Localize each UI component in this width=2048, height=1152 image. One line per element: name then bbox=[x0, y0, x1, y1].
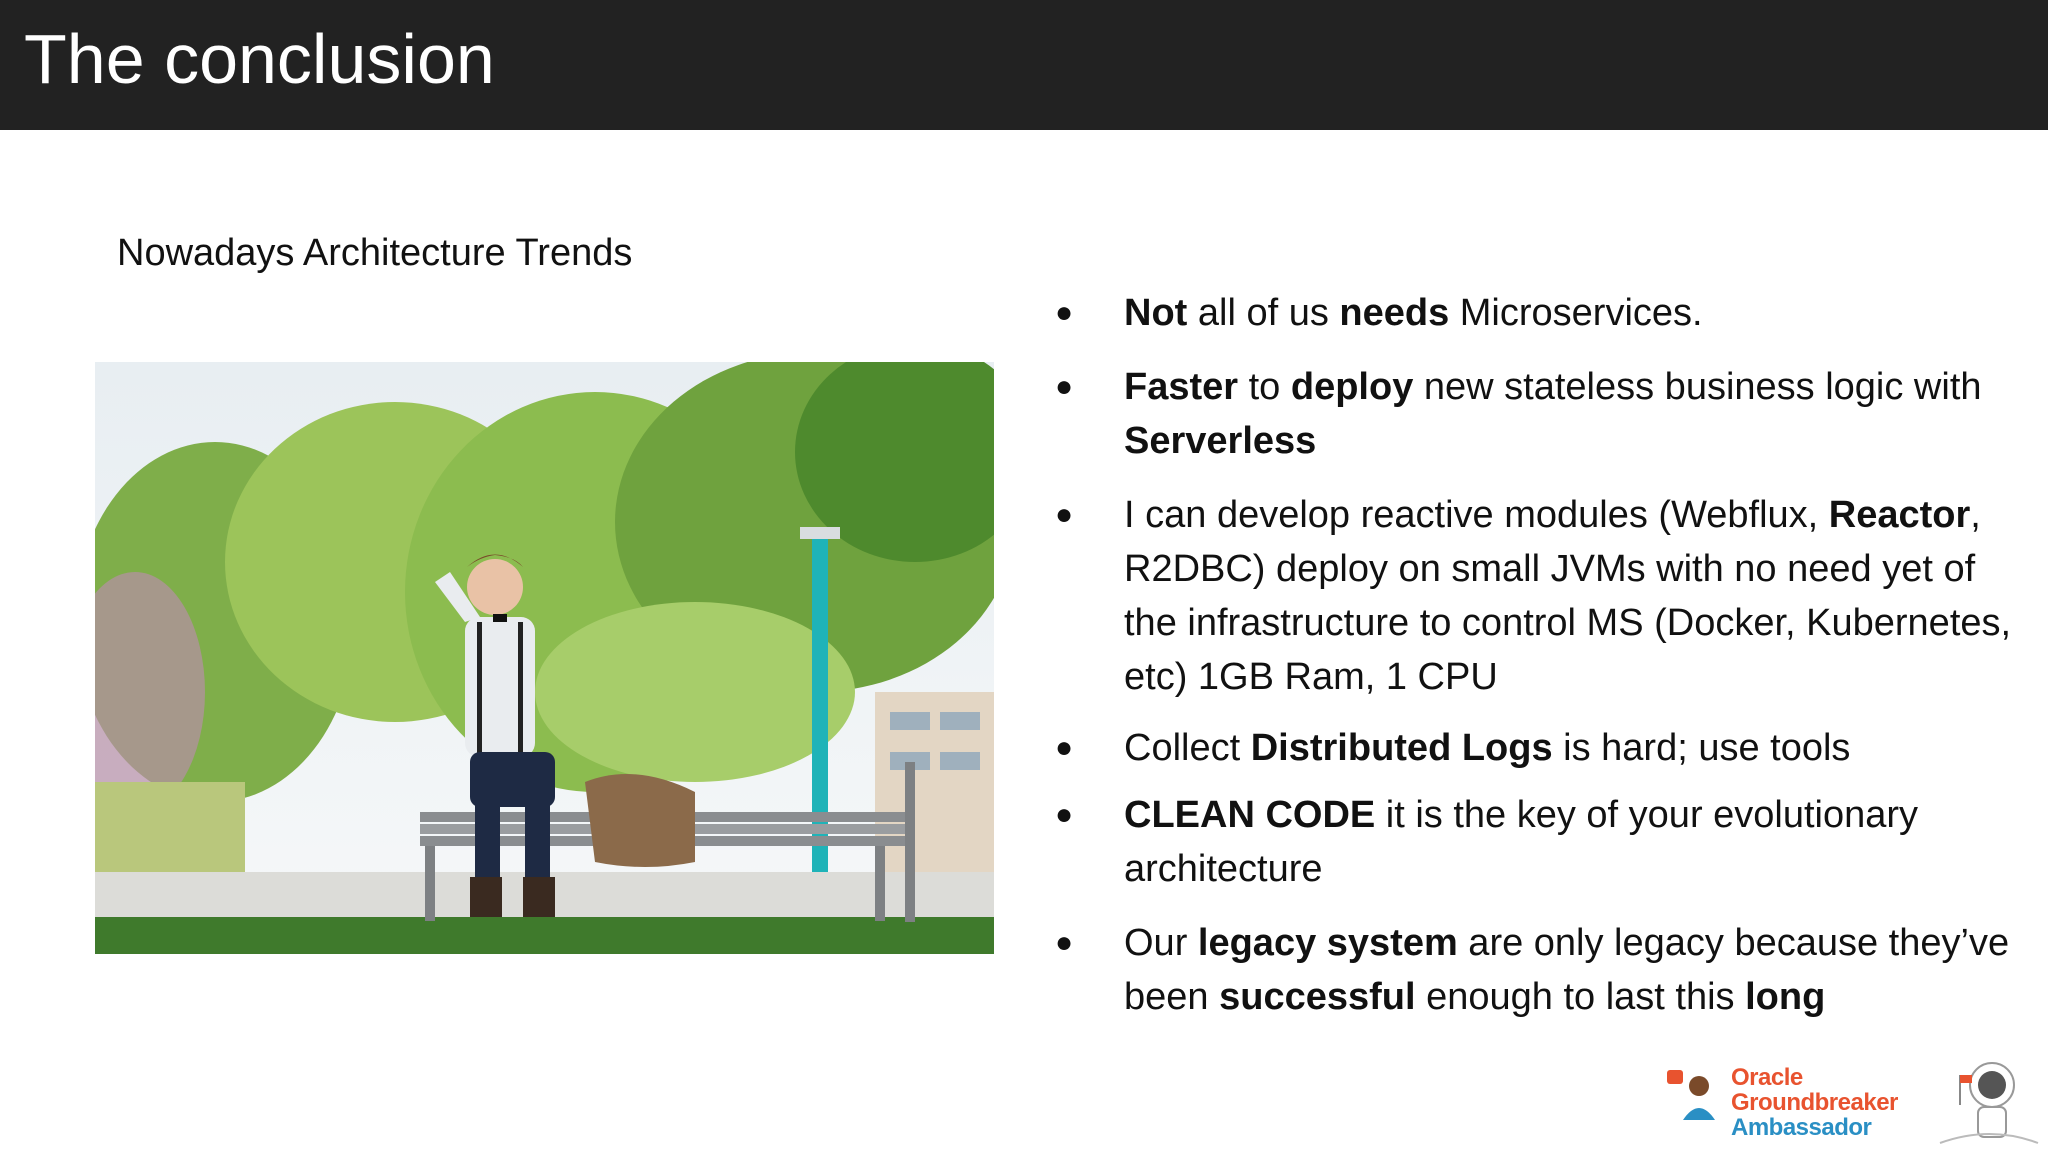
bullet-item: ● Not all of us needs Microservices. bbox=[1055, 286, 2015, 340]
bullet-text: I can develop reactive modules (Webflux,… bbox=[1124, 494, 2012, 698]
oracle-groundbreaker-logo: Oracle Groundbreaker Ambassador bbox=[1665, 1055, 2045, 1152]
bullet-item: ● Our legacy system are only legacy beca… bbox=[1055, 916, 2015, 1024]
man-on-bench-photo bbox=[95, 362, 994, 954]
slide-title: The conclusion bbox=[24, 20, 495, 98]
logo-text: Oracle Groundbreaker Ambassador bbox=[1731, 1064, 1898, 1141]
bullet-item: ● I can develop reactive modules (Webflu… bbox=[1055, 488, 2015, 704]
bullet-item: ● CLEAN CODE it is the key of your evolu… bbox=[1055, 788, 2015, 896]
bullet-text: Not all of us needs Microservices. bbox=[1124, 292, 1703, 334]
astronaut-icon bbox=[1939, 1062, 2039, 1144]
bullet-dot: ● bbox=[1055, 296, 1074, 329]
slide-subtitle: Nowadays Architecture Trends bbox=[117, 232, 633, 274]
bullet-dot: ● bbox=[1055, 926, 1074, 959]
bullet-dot: ● bbox=[1055, 798, 1074, 831]
bullet-text: Our legacy system are only legacy becaus… bbox=[1124, 922, 2010, 1018]
bullet-list: ● Not all of us needs Microservices. ● F… bbox=[1055, 286, 2015, 1024]
bullet-text: CLEAN CODE it is the key of your evoluti… bbox=[1124, 794, 1919, 890]
title-bar: The conclusion bbox=[0, 0, 2048, 130]
bullet-dot: ● bbox=[1055, 370, 1074, 403]
ambassador-person-icon bbox=[1667, 1070, 1715, 1120]
bullet-item: ● Faster to deploy new stateless busines… bbox=[1055, 360, 2015, 468]
bullet-dot: ● bbox=[1055, 498, 1074, 531]
bullet-text: Collect Distributed Logs is hard; use to… bbox=[1124, 727, 1851, 769]
bullet-dot: ● bbox=[1055, 731, 1074, 764]
bullet-item: ● Collect Distributed Logs is hard; use … bbox=[1055, 721, 2015, 775]
bullet-text: Faster to deploy new stateless business … bbox=[1124, 366, 1982, 462]
